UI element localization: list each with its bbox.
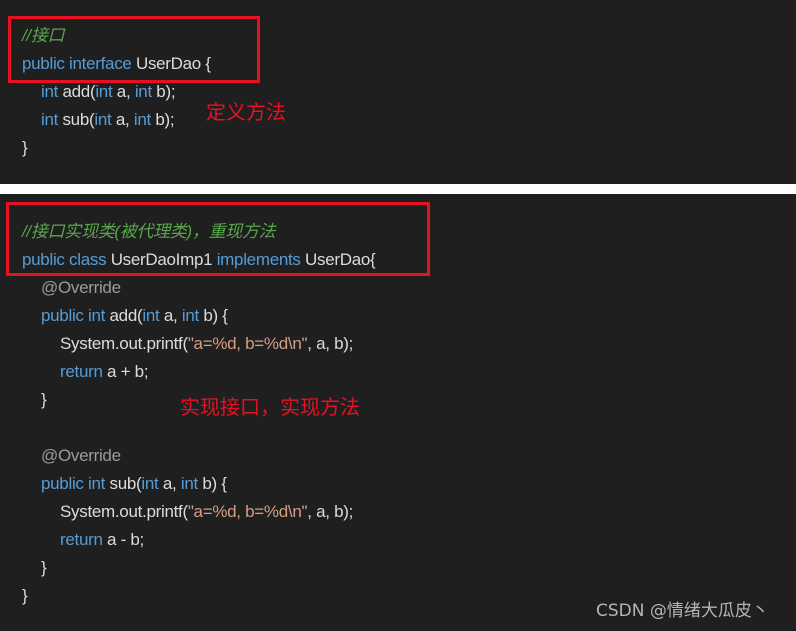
code-token: add( xyxy=(58,82,96,101)
code-token: , a, b); xyxy=(307,334,354,353)
code-token: return xyxy=(60,362,103,381)
code-token: int xyxy=(181,306,199,325)
code-line: } xyxy=(41,557,47,579)
code-token: , a, b); xyxy=(307,502,354,521)
code-token: UserDao{ xyxy=(305,250,376,269)
code-token: } xyxy=(22,138,28,157)
code-token: } xyxy=(22,586,28,605)
code-token: "a=%d, b=%d\n" xyxy=(187,334,308,353)
code-line: public interface UserDao { xyxy=(22,53,211,75)
code-token: @Override xyxy=(41,446,121,465)
code-token: public int xyxy=(41,474,110,493)
code-token: a, xyxy=(111,110,134,129)
code-line: } xyxy=(22,585,28,607)
code-line: int sub(int a, int b); xyxy=(41,109,175,131)
code-line: } xyxy=(22,137,28,159)
code-line: return a + b; xyxy=(60,361,149,383)
code-line: System.out.printf("a=%d, b=%d\n", a, b); xyxy=(60,501,353,523)
code-line: //接口实现类(被代理类)，重现方法 xyxy=(22,221,276,243)
code-token: //接口实现类(被代理类)，重现方法 xyxy=(22,222,276,241)
code-token: public int xyxy=(41,306,110,325)
code-token: System.out.printf( xyxy=(60,502,188,521)
code-token: public class xyxy=(22,250,111,269)
code-token: sub( xyxy=(109,474,142,493)
code-token: a, xyxy=(158,474,181,493)
code-line: @Override xyxy=(41,277,121,299)
code-line: System.out.printf("a=%d, b=%d\n", a, b); xyxy=(60,333,353,355)
code-token: int xyxy=(141,474,159,493)
code-token: } xyxy=(41,558,47,577)
code-line: //接口 xyxy=(22,25,65,47)
code-token: b); xyxy=(151,82,176,101)
code-token: UserDao { xyxy=(135,54,211,73)
code-token: int xyxy=(41,110,59,129)
code-line: } xyxy=(41,389,47,411)
code-token: @Override xyxy=(41,278,121,297)
annotation-define-methods: 定义方法 xyxy=(206,100,286,124)
code-token: b); xyxy=(150,110,175,129)
code-line: public int sub(int a, int b) { xyxy=(41,473,227,495)
code-token: public interface xyxy=(22,54,136,73)
code-token: implements xyxy=(216,250,306,269)
implementation-code-panel: 实现接口，实现方法 CSDN @情绪大瓜皮丶 //接口实现类(被代理类)，重现方… xyxy=(0,194,796,631)
code-token: int xyxy=(133,110,151,129)
code-token: int xyxy=(142,306,160,325)
code-token: add( xyxy=(109,306,143,325)
code-token: System.out.printf( xyxy=(60,334,188,353)
code-line: return a - b; xyxy=(60,529,144,551)
code-token: a, xyxy=(112,82,135,101)
code-token: int xyxy=(134,82,152,101)
code-line: @Override xyxy=(41,445,121,467)
code-token: b) { xyxy=(197,474,227,493)
code-token: } xyxy=(41,390,47,409)
code-token: "a=%d, b=%d\n" xyxy=(187,502,308,521)
interface-code-panel: 定义方法 //接口 public interface UserDao { int a… xyxy=(0,0,796,184)
code-token: sub( xyxy=(58,110,95,129)
code-token: b) { xyxy=(198,306,228,325)
code-token: UserDaoImp1 xyxy=(110,250,217,269)
code-token: int xyxy=(41,82,59,101)
code-token: int xyxy=(94,110,112,129)
code-token: a + b; xyxy=(102,362,149,381)
code-token: return xyxy=(60,530,103,549)
code-token: a - b; xyxy=(102,530,144,549)
code-token: int xyxy=(180,474,198,493)
code-token: int xyxy=(95,82,113,101)
code-token: //接口 xyxy=(22,26,65,45)
code-token: a, xyxy=(159,306,182,325)
csdn-watermark: CSDN @情绪大瓜皮丶 xyxy=(596,601,769,621)
code-line: public int add(int a, int b) { xyxy=(41,305,228,327)
annotation-implement-methods: 实现接口，实现方法 xyxy=(180,395,360,419)
code-line: int add(int a, int b); xyxy=(41,81,176,103)
code-line: public class UserDaoImp1 implements User… xyxy=(22,249,376,271)
